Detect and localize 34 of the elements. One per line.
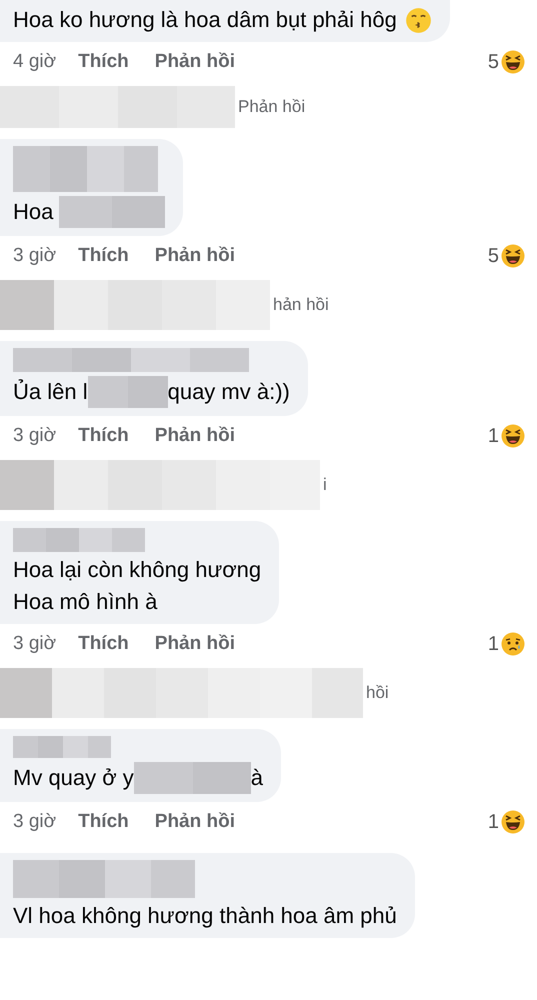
view-replies-link[interactable]: hản hồi	[270, 295, 329, 315]
like-link[interactable]: Thích	[78, 245, 129, 267]
like-link[interactable]: Thích	[78, 51, 129, 73]
comment-text: quay mv à:))	[168, 378, 290, 406]
like-link[interactable]: Thích	[78, 425, 129, 447]
comment-text: Hoa mô hình à	[13, 588, 158, 616]
reply-link[interactable]: Phản hồi	[154, 51, 235, 73]
timestamp: 3 giờ	[13, 633, 56, 655]
comment-text: Vl hoa không hương thành hoa âm phủ	[13, 902, 397, 930]
kissing-face-icon	[404, 6, 432, 34]
reply-link[interactable]: Phản hồi	[154, 811, 235, 833]
view-replies-link[interactable]: i	[320, 475, 327, 495]
like-link[interactable]: Thích	[78, 633, 129, 655]
reply-link[interactable]: Phản hồi	[154, 245, 235, 267]
reaction-count: 5	[488, 50, 499, 74]
comment-text: Mv quay ở y	[13, 764, 134, 792]
reaction-count: 5	[488, 244, 499, 268]
reaction-count: 1	[488, 632, 499, 656]
comment-text: à	[250, 764, 264, 792]
comment-text: Hoa	[13, 198, 54, 226]
like-link[interactable]: Thích	[78, 811, 129, 833]
reaction-count: 1	[488, 810, 499, 834]
timestamp: 3 giờ	[13, 811, 56, 833]
view-replies-link[interactable]: hồi	[363, 683, 389, 703]
timestamp: 3 giờ	[13, 425, 56, 447]
comment-text: Ủa lên l	[13, 378, 88, 406]
timestamp: 4 giờ	[13, 51, 56, 73]
reply-link[interactable]: Phản hồi	[154, 425, 235, 447]
reply-link[interactable]: Phản hồi	[154, 633, 235, 655]
reaction-count: 1	[488, 424, 499, 448]
comment-text: Hoa ko hương là hoa dâm bụt phải hôg	[13, 6, 398, 34]
comment-text: Hoa lại còn không hương	[13, 556, 262, 584]
timestamp: 3 giờ	[13, 245, 56, 267]
view-replies-link[interactable]: Phản hồi	[235, 97, 306, 117]
